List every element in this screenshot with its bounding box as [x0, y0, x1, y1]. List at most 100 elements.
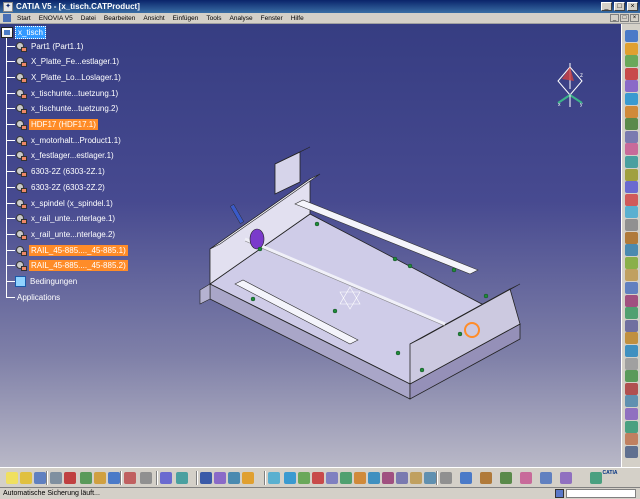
toolbar-tool-icon[interactable] — [34, 472, 46, 484]
tree-item[interactable]: 6303-2Z (6303-2Z.2) — [0, 180, 107, 194]
toolbar-tool-icon[interactable] — [298, 472, 310, 484]
catia-app-icon[interactable]: ✦ — [3, 1, 13, 12]
toolbar-tool-icon[interactable] — [396, 472, 408, 484]
status-command-icon[interactable] — [555, 489, 564, 498]
tree-item[interactable]: RAIL_45-885...._45-885.2) — [0, 259, 128, 273]
menu-start[interactable]: Start — [13, 15, 35, 22]
menu-einfuegen[interactable]: Einfügen — [169, 15, 203, 22]
toolbar-tool-icon[interactable] — [625, 433, 638, 446]
toolbar-tool-icon[interactable] — [50, 472, 62, 484]
toolbar-tool-icon[interactable] — [625, 55, 638, 68]
toolbar-tool-icon[interactable] — [382, 472, 394, 484]
toolbar-tool-icon[interactable] — [625, 143, 638, 156]
toolbar-tool-icon[interactable] — [228, 472, 240, 484]
toolbar-tool-icon[interactable] — [625, 67, 638, 80]
3d-viewport[interactable]: x_tisch Part1 (Part1.1) X_Platte_Fe...est… — [0, 24, 621, 467]
toolbar-tool-icon[interactable] — [214, 472, 226, 484]
minimize-button[interactable]: _ — [601, 2, 612, 11]
tree-item[interactable]: Part1 (Part1.1) — [0, 39, 85, 53]
toolbar-tool-icon[interactable] — [160, 472, 172, 484]
compass-icon[interactable]: z x y — [550, 59, 595, 109]
tree-item[interactable]: x_tischunte...tuetzung.1) — [0, 86, 120, 100]
motor-mount[interactable] — [249, 228, 265, 250]
toolbar-tool-icon[interactable] — [625, 307, 638, 320]
tree-item[interactable]: HDF17 (HDF17.1) — [0, 118, 98, 132]
tree-item[interactable]: x_festlager...estlager.1) — [0, 149, 116, 163]
toolbar-tool-icon[interactable] — [625, 332, 638, 345]
menu-bearbeiten[interactable]: Bearbeiten — [100, 15, 139, 22]
toolbar-tool-icon[interactable] — [625, 156, 638, 168]
toolbar-tool-icon[interactable] — [140, 472, 152, 484]
toolbar-tool-icon[interactable] — [625, 193, 638, 206]
toolbar-tool-icon[interactable] — [480, 472, 492, 484]
toolbar-tool-icon[interactable] — [625, 231, 638, 244]
toolbar-tool-icon[interactable] — [200, 472, 212, 484]
document-icon[interactable] — [3, 14, 11, 22]
toolbar-tool-icon[interactable] — [625, 206, 638, 219]
toolbar-tool-icon[interactable] — [625, 382, 638, 395]
toolbar-tool-icon[interactable] — [625, 357, 638, 370]
table-assembly-model[interactable] — [190, 134, 530, 404]
tree-item[interactable]: x_tischunte...tuetzung.2) — [0, 102, 120, 116]
menu-tools[interactable]: Tools — [202, 15, 225, 22]
toolbar-tool-icon[interactable] — [625, 219, 638, 231]
menu-hilfe[interactable]: Hilfe — [287, 15, 308, 22]
tree-item[interactable]: X_Platte_Fe...estlager.1) — [0, 55, 121, 69]
toolbar-tool-icon[interactable] — [284, 472, 296, 484]
toolbar-tool-icon[interactable] — [20, 472, 32, 484]
tree-item-applications[interactable]: Applications — [0, 290, 62, 304]
toolbar-tool-icon[interactable] — [312, 472, 324, 484]
doc-restore-button[interactable]: □ — [620, 14, 629, 22]
toolbar-tool-icon[interactable] — [625, 269, 638, 282]
toolbar-tool-icon[interactable] — [625, 282, 638, 294]
tree-item[interactable]: X_Platte_Lo...Loslager.1) — [0, 70, 123, 84]
tree-item[interactable]: x_rail_unte...nterlage.2) — [0, 227, 117, 241]
toolbar-tool-icon[interactable] — [520, 472, 532, 484]
toolbar-tool-icon[interactable] — [625, 105, 638, 118]
toolbar-tool-icon[interactable] — [625, 93, 638, 105]
menu-fenster[interactable]: Fenster — [257, 15, 287, 22]
toolbar-tool-icon[interactable] — [500, 472, 512, 484]
tree-item[interactable]: 6303-2Z (6303-2Z.1) — [0, 165, 107, 179]
toolbar-tool-icon[interactable] — [440, 472, 452, 484]
toolbar-tool-icon[interactable] — [625, 420, 638, 433]
toolbar-tool-icon[interactable] — [625, 130, 638, 143]
doc-close-button[interactable]: × — [630, 14, 639, 22]
toolbar-tool-icon[interactable] — [625, 80, 638, 93]
tree-item-constraints[interactable]: Bedingungen — [0, 275, 79, 289]
toolbar-tool-icon[interactable] — [625, 168, 638, 181]
doc-minimize-button[interactable]: _ — [610, 14, 619, 22]
toolbar-tool-icon[interactable] — [64, 472, 76, 484]
command-input[interactable] — [566, 489, 636, 498]
tree-root[interactable]: x_tisch — [0, 25, 46, 39]
menu-datei[interactable]: Datei — [77, 15, 100, 22]
menu-enovia[interactable]: ENOVIA V5 — [35, 15, 77, 22]
toolbar-tool-icon[interactable] — [625, 42, 638, 55]
toolbar-tool-icon[interactable] — [625, 181, 638, 194]
toolbar-tool-icon[interactable] — [625, 408, 638, 420]
toolbar-tool-icon[interactable] — [6, 472, 18, 484]
toolbar-tool-icon[interactable] — [124, 472, 136, 484]
toolbar-tool-icon[interactable] — [625, 244, 638, 257]
toolbar-tool-icon[interactable] — [540, 472, 552, 484]
maximize-button[interactable]: □ — [614, 2, 625, 11]
toolbar-tool-icon[interactable] — [80, 472, 92, 484]
toolbar-tool-icon[interactable] — [625, 30, 638, 42]
close-button[interactable]: × — [627, 2, 638, 11]
toolbar-tool-icon[interactable] — [326, 472, 338, 484]
toolbar-tool-icon[interactable] — [625, 370, 638, 383]
tree-item[interactable]: x_rail_unte...nterlage.1) — [0, 212, 117, 226]
toolbar-tool-icon[interactable] — [625, 395, 638, 408]
toolbar-tool-icon[interactable] — [625, 294, 638, 307]
toolbar-tool-icon[interactable] — [268, 472, 280, 484]
toolbar-tool-icon[interactable] — [625, 118, 638, 131]
toolbar-tool-icon[interactable] — [242, 472, 254, 484]
toolbar-tool-icon[interactable] — [625, 345, 638, 357]
toolbar-tool-icon[interactable] — [108, 472, 120, 484]
tree-item[interactable]: x_motorhalt...Product1.1) — [0, 133, 123, 147]
toolbar-tool-icon[interactable] — [625, 256, 638, 269]
menu-ansicht[interactable]: Ansicht — [139, 15, 168, 22]
toolbar-tool-icon[interactable] — [560, 472, 572, 484]
toolbar-tool-icon[interactable] — [424, 472, 436, 484]
toolbar-tool-icon[interactable] — [176, 472, 188, 484]
